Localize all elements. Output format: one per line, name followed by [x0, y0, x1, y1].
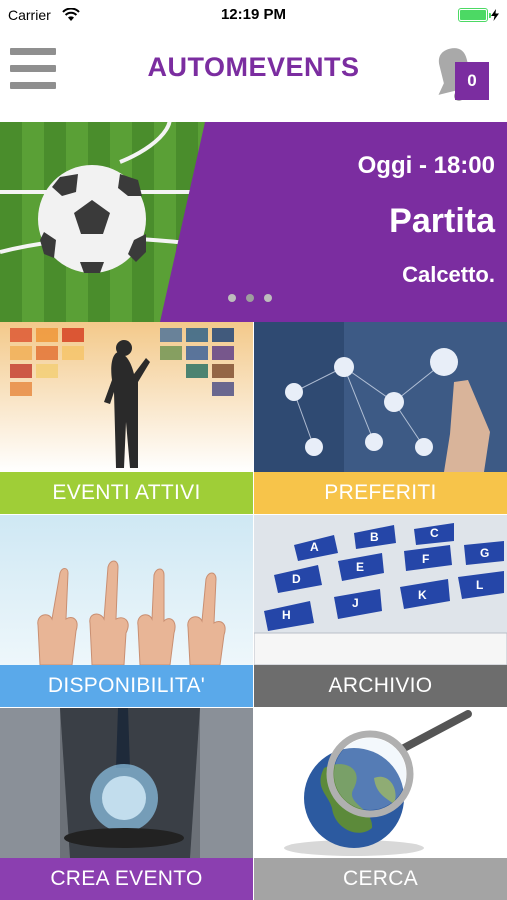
tile-label: DISPONIBILITA'	[0, 665, 253, 707]
tile-image	[254, 708, 507, 858]
tile-label: CERCA	[254, 858, 507, 900]
svg-text:D: D	[292, 572, 301, 586]
app-header: AUTOMEVENTS 0	[0, 30, 507, 122]
banner-event-title: Partita	[389, 202, 495, 240]
tile-image	[0, 515, 253, 665]
tile-cerca[interactable]: CERCA	[254, 708, 507, 900]
svg-text:J: J	[352, 596, 359, 610]
svg-text:C: C	[430, 526, 439, 540]
svg-text:L: L	[476, 578, 483, 592]
battery-level-fill	[460, 10, 486, 20]
tile-label: EVENTI ATTIVI	[0, 472, 253, 514]
tile-image	[0, 322, 253, 472]
slider-dot[interactable]	[246, 294, 254, 302]
svg-text:B: B	[370, 530, 379, 544]
event-banner-slider[interactable]: Oggi - 18:00 Partita Calcetto.	[0, 122, 507, 322]
svg-text:H: H	[282, 608, 291, 622]
tile-crea-evento[interactable]: CREA EVENTO	[0, 708, 253, 900]
charging-bolt-icon	[491, 9, 499, 21]
tile-image: A B C D E F G H J K L	[254, 515, 507, 665]
slider-page-indicator[interactable]	[228, 294, 272, 302]
tile-disponibilita[interactable]: DISPONIBILITA'	[0, 515, 253, 707]
svg-text:F: F	[422, 552, 429, 566]
tile-label: CREA EVENTO	[0, 858, 253, 900]
app-title: AUTOMEVENTS	[147, 52, 360, 82]
status-bar: Carrier 12:19 PM	[0, 0, 507, 30]
notification-count-badge: 0	[455, 62, 489, 100]
slider-dot[interactable]	[228, 294, 236, 302]
tile-image	[254, 322, 507, 472]
svg-text:G: G	[480, 546, 489, 560]
svg-text:K: K	[418, 588, 427, 602]
tile-eventi-attivi[interactable]: EVENTI ATTIVI	[0, 322, 253, 514]
slider-dot[interactable]	[264, 294, 272, 302]
tile-archivio[interactable]: A B C D E F G H J K L ARCHIVIO	[254, 515, 507, 707]
tile-label: PREFERITI	[254, 472, 507, 514]
svg-text:A: A	[310, 540, 319, 554]
battery-icon	[458, 8, 499, 22]
tile-image	[0, 708, 253, 858]
banner-event-subtitle: Calcetto.	[402, 262, 495, 287]
banner-event-date: Oggi - 18:00	[357, 152, 495, 179]
status-time: 12:19 PM	[220, 6, 287, 23]
tile-preferiti[interactable]: PREFERITI	[254, 322, 507, 514]
tile-label: ARCHIVIO	[254, 665, 507, 707]
svg-text:E: E	[356, 560, 364, 574]
menu-tiles-grid: EVENTI ATTIVI PREFERITI DISPONIBILITA' A…	[0, 322, 507, 900]
